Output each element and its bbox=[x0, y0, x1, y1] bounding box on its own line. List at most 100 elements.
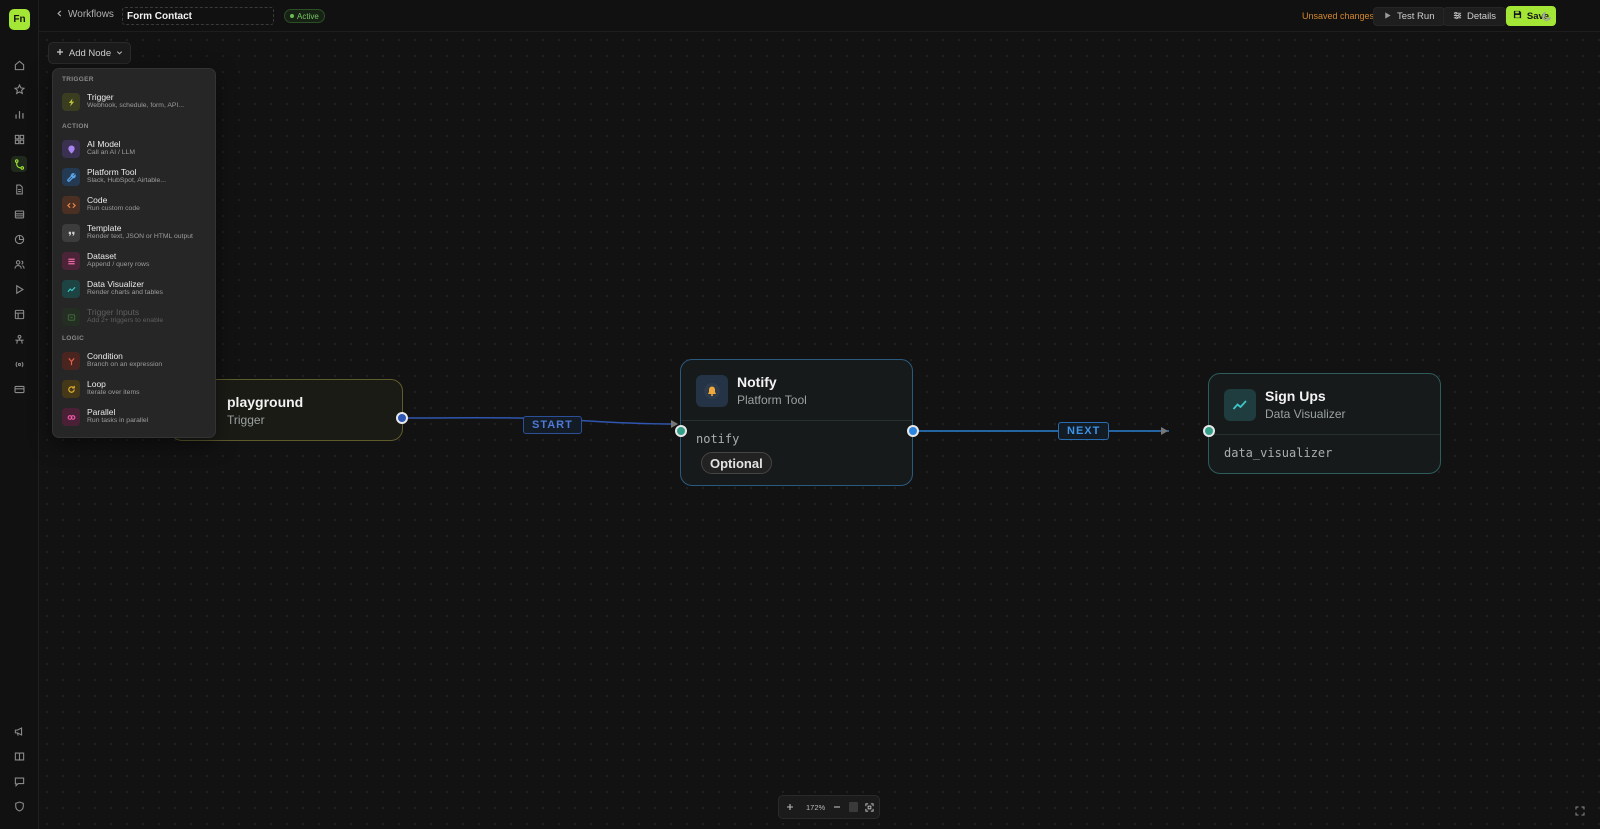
edge-label-next[interactable]: NEXT bbox=[1058, 422, 1110, 440]
fit-view-icon[interactable] bbox=[862, 800, 876, 814]
menu-item-desc: Branch on an expression bbox=[87, 361, 163, 368]
rows-icon bbox=[62, 252, 80, 270]
chat-icon[interactable] bbox=[11, 773, 27, 789]
star-icon[interactable] bbox=[11, 81, 27, 97]
back-to-workflows-link[interactable]: Workflows bbox=[56, 9, 114, 20]
menu-item-desc: Run tasks in parallel bbox=[87, 417, 149, 424]
menu-item-title: AI Model bbox=[87, 139, 121, 149]
database-icon[interactable] bbox=[11, 206, 27, 222]
menu-item-data-visualizer[interactable]: Data Visualizer Render charts and tables bbox=[62, 276, 210, 302]
add-node-button[interactable]: Add Node bbox=[48, 42, 131, 64]
document-icon[interactable] bbox=[11, 181, 27, 197]
node-title: playground bbox=[227, 394, 304, 410]
unsaved-changes-label: Unsaved changes bbox=[1302, 11, 1375, 21]
menu-item-desc: Slack, HubSpot, Airtable... bbox=[87, 177, 166, 184]
code-icon bbox=[62, 196, 80, 214]
menu-item-desc: Append / query rows bbox=[87, 261, 150, 268]
quote-icon bbox=[62, 224, 80, 242]
minimap-toggle-icon[interactable] bbox=[1575, 803, 1587, 816]
workflow-canvas[interactable]: playground Trigger START Notify Platform… bbox=[39, 32, 1600, 829]
node-slug: data_visualizer bbox=[1224, 446, 1333, 460]
details-button[interactable]: Details bbox=[1443, 7, 1507, 26]
workflow-name-input[interactable] bbox=[122, 7, 274, 25]
card-icon[interactable] bbox=[11, 381, 27, 397]
zoom-out-button[interactable] bbox=[830, 800, 844, 814]
node-title: Sign Ups bbox=[1265, 388, 1326, 404]
menu-item-desc: Render charts and tables bbox=[87, 289, 163, 296]
broadcast-icon[interactable] bbox=[11, 356, 27, 372]
menu-item-trigger[interactable]: Trigger Webhook, schedule, form, API... bbox=[62, 89, 210, 115]
play-icon[interactable] bbox=[11, 281, 27, 297]
menu-item-title: Data Visualizer bbox=[87, 279, 145, 289]
book-icon[interactable] bbox=[11, 748, 27, 764]
menu-item-title: Loop bbox=[87, 379, 106, 389]
home-icon[interactable] bbox=[11, 57, 27, 73]
status-label: Active bbox=[297, 11, 319, 21]
chart-line-icon bbox=[62, 280, 80, 298]
optional-badge: Optional bbox=[701, 452, 772, 474]
node-slug: notify bbox=[696, 432, 740, 446]
menu-item-title: Trigger bbox=[87, 92, 114, 102]
notify-input-port[interactable] bbox=[675, 425, 687, 437]
test-run-label: Test Run bbox=[1397, 11, 1435, 22]
bell-icon bbox=[696, 375, 728, 407]
zoom-in-button[interactable] bbox=[783, 800, 797, 814]
add-node-label: Add Node bbox=[68, 47, 112, 59]
menu-item-template[interactable]: Template Render text, JSON or HTML outpu… bbox=[62, 220, 210, 246]
sidebar: Fn bbox=[0, 0, 39, 829]
agent-icon[interactable] bbox=[11, 331, 27, 347]
node-subtitle: Data Visualizer bbox=[1265, 407, 1346, 421]
menu-item-condition[interactable]: Condition Branch on an expression bbox=[62, 348, 210, 374]
menu-item-dataset[interactable]: Dataset Append / query rows bbox=[62, 248, 210, 274]
parallel-icon bbox=[62, 408, 80, 426]
menu-item-desc: Call an AI / LLM bbox=[87, 149, 135, 156]
grid-icon[interactable] bbox=[11, 131, 27, 147]
lock-toggle-button[interactable] bbox=[846, 800, 860, 814]
top-bar: Workflows Active Unsaved changes Test Ru… bbox=[39, 0, 1600, 32]
signups-input-port[interactable] bbox=[1203, 425, 1215, 437]
chevron-down-icon bbox=[116, 48, 123, 59]
node-sign-ups[interactable]: Sign Ups Data Visualizer data_visualizer bbox=[1208, 373, 1441, 474]
notify-output-port[interactable] bbox=[907, 425, 919, 437]
menu-section-trigger: TRIGGER bbox=[62, 76, 94, 83]
back-link-label: Workflows bbox=[68, 9, 114, 20]
bar-chart-icon[interactable] bbox=[11, 106, 27, 122]
menu-item-desc: Webhook, schedule, form, API... bbox=[87, 102, 184, 109]
loop-icon bbox=[62, 380, 80, 398]
menu-item-desc: Run custom code bbox=[87, 205, 140, 212]
test-run-button[interactable]: Test Run bbox=[1373, 7, 1445, 26]
save-icon bbox=[1513, 10, 1522, 22]
table-icon[interactable] bbox=[11, 306, 27, 322]
node-notify[interactable]: Notify Platform Tool notify Optional bbox=[680, 359, 913, 486]
menu-item-ai-model[interactable]: AI Model Call an AI / LLM bbox=[62, 136, 210, 162]
menu-item-trigger-inputs: Trigger Inputs Add 2+ triggers to enable bbox=[62, 304, 210, 330]
menu-item-title: Template bbox=[87, 223, 122, 233]
plus-icon bbox=[56, 48, 64, 59]
menu-item-parallel[interactable]: Parallel Run tasks in parallel bbox=[62, 404, 210, 430]
menu-item-title: Trigger Inputs bbox=[87, 307, 140, 317]
bolt-icon bbox=[62, 93, 80, 111]
megaphone-icon[interactable] bbox=[11, 723, 27, 739]
menu-item-title: Code bbox=[87, 195, 108, 205]
users-icon[interactable] bbox=[11, 256, 27, 272]
chart-line-icon bbox=[1224, 389, 1256, 421]
trigger-output-port[interactable] bbox=[396, 412, 408, 424]
add-node-menu: TRIGGER Trigger Webhook, schedule, form,… bbox=[52, 68, 216, 438]
pie-chart-icon[interactable] bbox=[11, 231, 27, 247]
menu-item-platform-tool[interactable]: Platform Tool Slack, HubSpot, Airtable..… bbox=[62, 164, 210, 190]
moon-icon[interactable] bbox=[1541, 9, 1555, 23]
inputs-icon bbox=[62, 308, 80, 326]
chevron-left-icon bbox=[56, 9, 63, 20]
details-label: Details bbox=[1467, 11, 1497, 22]
menu-item-title: Platform Tool bbox=[87, 167, 137, 177]
edge-label-start[interactable]: START bbox=[523, 416, 582, 434]
menu-item-loop[interactable]: Loop Iterate over items bbox=[62, 376, 210, 402]
menu-item-desc: Render text, JSON or HTML output bbox=[87, 233, 193, 240]
workflow-icon[interactable] bbox=[11, 156, 27, 172]
shield-icon[interactable] bbox=[11, 798, 27, 814]
node-divider bbox=[681, 420, 912, 421]
zoom-controls: 172% bbox=[778, 795, 880, 819]
app-logo[interactable]: Fn bbox=[9, 9, 30, 30]
menu-item-code[interactable]: Code Run custom code bbox=[62, 192, 210, 218]
menu-item-title: Condition bbox=[87, 351, 123, 361]
